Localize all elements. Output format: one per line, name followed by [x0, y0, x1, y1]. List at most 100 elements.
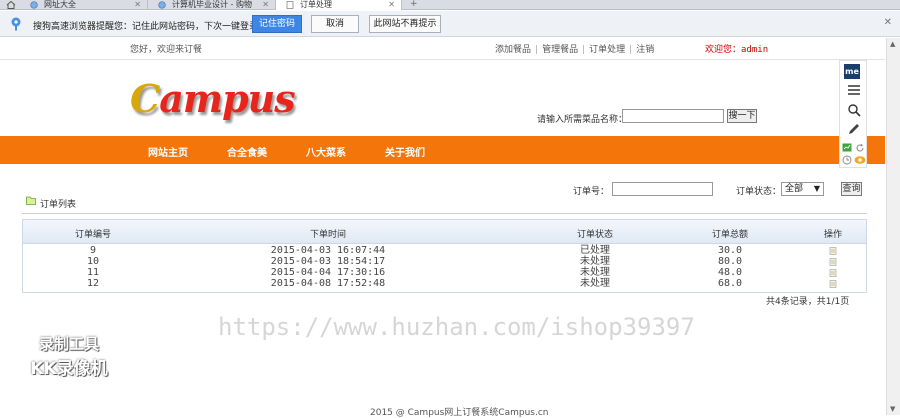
site-topline: 您好，欢迎来订餐 添加餐品 | 管理餐品 | 订单处理 | 注销 欢迎您：admin [0, 38, 885, 58]
scroll-up-icon[interactable]: ▲ [890, 40, 895, 48]
refresh-icon[interactable] [855, 143, 865, 153]
divider [22, 213, 867, 214]
watermark-text: https://www.huzhan.com/ishop39397 [218, 313, 695, 341]
search-input[interactable] [622, 109, 724, 123]
tab-nav-site[interactable]: 网址大全 ✕ [20, 0, 148, 10]
recorder-watermark: 录制工具 KK录像机 [26, 333, 112, 379]
col-order-status: 订单状态 [576, 230, 613, 240]
nav-cuisines[interactable]: 八大菜系 [306, 144, 346, 159]
tab-label: 计算机毕业设计 - 购物 [172, 0, 252, 9]
tab-order-processing[interactable]: 订单处理 ✕ [276, 0, 402, 10]
welcome-text: 您好，欢迎来订餐 [130, 45, 203, 55]
tab-label: 订单处理 [300, 0, 332, 9]
edit-icon[interactable] [829, 258, 837, 266]
vertical-scrollbar[interactable]: ▲ ▼ [886, 38, 900, 415]
tab-thesis[interactable]: 计算机毕业设计 - 购物 ✕ [148, 0, 276, 10]
col-order-id: 订单编号 [74, 230, 111, 240]
table-row: 9 2015-04-03 16:07:44 已处理 30.0 [23, 246, 866, 256]
search-icon[interactable] [847, 103, 861, 117]
top-links: 添加餐品 | 管理餐品 | 订单处理 | 注销 [495, 45, 655, 55]
globe-icon [30, 1, 38, 9]
order-id: 12 [86, 278, 100, 289]
scroll-down-icon[interactable]: ▼ [890, 405, 895, 413]
order-status-value: 全部 [785, 184, 804, 194]
chevron-down-icon: ▼ [813, 184, 820, 193]
clock-icon[interactable] [842, 155, 852, 165]
order-id: 11 [86, 267, 100, 278]
home-icon[interactable] [6, 1, 16, 9]
never-remind-button[interactable]: 此网站不再提示 [369, 15, 441, 33]
order-status: 未处理 [580, 278, 610, 289]
close-icon[interactable]: ✕ [388, 0, 395, 9]
order-status: 已处理 [580, 245, 610, 256]
col-actions: 操作 [823, 230, 842, 240]
footer-copyright: 2015 @ Campus网上订餐系统Campus.cn [370, 408, 549, 418]
close-icon[interactable]: ✕ [884, 17, 892, 28]
globe-icon [158, 1, 166, 9]
recorder-line1: 录制工具 [38, 335, 99, 353]
order-status: 未处理 [580, 267, 610, 278]
order-no-label: 订单号： [573, 187, 610, 197]
order-id: 9 [89, 245, 97, 256]
user-greeting: 欢迎您：admin [705, 42, 768, 55]
eye-icon[interactable] [854, 155, 866, 165]
order-processing-link[interactable]: 订单处理 [589, 45, 625, 55]
edit-icon[interactable] [829, 269, 837, 277]
divider [0, 59, 885, 60]
manage-dish-link[interactable]: 管理餐品 [542, 45, 578, 55]
pencil-icon[interactable] [847, 122, 861, 136]
nav-home[interactable]: 网站主页 [148, 144, 188, 159]
site-logo[interactable]: Campus [130, 76, 296, 121]
user-name: admin [741, 45, 769, 55]
search-label: 请输入所需菜品名称： [537, 115, 628, 125]
browser-side-toolbar: me [839, 60, 867, 168]
cancel-button[interactable]: 取消 [311, 15, 359, 33]
me-badge-icon[interactable]: me [844, 64, 860, 79]
main-nav: 网站主页 合全食美 八大菜系 关于我们 [0, 136, 885, 164]
nav-menu[interactable]: 合全食美 [227, 144, 267, 159]
order-time: 2015-04-03 16:07:44 [270, 245, 386, 256]
key-icon [11, 17, 21, 31]
order-status-label: 订单状态： [736, 187, 782, 197]
remember-password-button[interactable]: 记住密码 [252, 15, 302, 33]
close-icon[interactable]: ✕ [134, 0, 141, 9]
order-list-title: 订单列表 [40, 200, 77, 210]
order-time: 2015-04-08 17:52:48 [270, 278, 386, 289]
new-tab-icon[interactable]: + [410, 0, 418, 9]
nav-about[interactable]: 关于我们 [385, 144, 425, 159]
edit-icon[interactable] [829, 247, 837, 255]
col-order-total: 订单总额 [711, 230, 748, 240]
order-total: 68.0 [717, 278, 743, 289]
tab-label: 网址大全 [44, 0, 76, 9]
notify-message: 搜狗高速浏览器提醒您：记住此网站密码，下次一键登录！ [33, 22, 268, 32]
add-dish-link[interactable]: 添加餐品 [495, 45, 531, 55]
page-icon [286, 1, 294, 9]
order-total: 80.0 [717, 256, 743, 267]
order-status: 未处理 [580, 256, 610, 267]
password-notify-bar: 搜狗高速浏览器提醒您：记住此网站密码，下次一键登录！ 记住密码 取消 此网站不再… [0, 11, 900, 37]
search-button[interactable]: 搜一下 [727, 109, 757, 123]
table-row: 12 2015-04-08 17:52:48 未处理 68.0 [23, 279, 866, 289]
logout-link[interactable]: 注销 [636, 45, 654, 55]
query-button[interactable]: 查询 [841, 182, 862, 196]
user-label: 欢迎您： [705, 45, 742, 55]
browser-tab-bar: 网址大全 ✕ 计算机毕业设计 - 购物 ✕ 订单处理 ✕ + [0, 0, 900, 10]
table-row: 10 2015-04-03 18:54:17 未处理 80.0 [23, 257, 866, 267]
order-total: 48.0 [717, 267, 743, 278]
recorder-line2: KK录像机 [30, 359, 108, 379]
order-total: 30.0 [717, 245, 743, 256]
chart-icon[interactable] [842, 143, 852, 152]
order-status-select[interactable]: 全部 ▼ [781, 182, 824, 196]
table-header: 订单编号 下单时间 订单状态 订单总额 操作 [23, 220, 866, 244]
folder-icon [26, 196, 36, 205]
order-time: 2015-04-03 18:54:17 [270, 256, 386, 267]
order-time: 2015-04-04 17:30:16 [270, 267, 386, 278]
order-id: 10 [86, 256, 100, 267]
order-no-input[interactable] [612, 182, 713, 196]
table-row: 11 2015-04-04 17:30:16 未处理 48.0 [23, 268, 866, 278]
col-order-time: 下单时间 [309, 230, 346, 240]
close-icon[interactable]: ✕ [262, 0, 269, 9]
menu-icon[interactable] [847, 85, 861, 95]
pagination-info: 共4条记录，共1/1页 [766, 297, 850, 307]
edit-icon[interactable] [829, 280, 837, 288]
